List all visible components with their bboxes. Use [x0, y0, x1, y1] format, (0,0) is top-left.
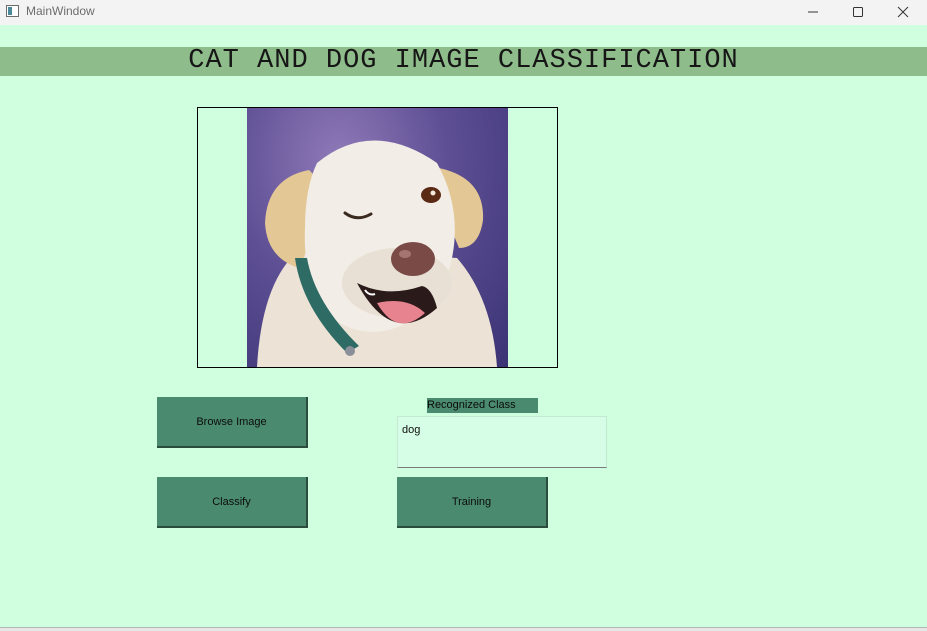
minimize-icon: [808, 11, 818, 13]
recognized-class-label: Recognized Class: [427, 398, 538, 413]
app-icon: [6, 5, 19, 17]
dog-image: [257, 140, 497, 367]
close-icon: [897, 6, 909, 18]
browse-image-button[interactable]: Browse Image: [157, 397, 308, 448]
recognized-class-value: dog: [402, 424, 421, 436]
dog-photo: [247, 108, 508, 367]
maximize-button[interactable]: [835, 0, 881, 25]
title-bar[interactable]: MainWindow: [0, 0, 927, 25]
main-window: MainWindow CAT AND DOG IMAGE CLASSIFICAT…: [0, 0, 927, 628]
window-title: MainWindow: [26, 4, 95, 18]
training-button[interactable]: Training: [397, 477, 548, 528]
page-title: CAT AND DOG IMAGE CLASSIFICATION: [0, 47, 927, 76]
minimize-button[interactable]: [790, 0, 836, 25]
recognized-class-field[interactable]: dog: [397, 416, 607, 468]
maximize-icon: [853, 7, 863, 17]
image-display-frame: [197, 107, 558, 368]
close-button[interactable]: [880, 0, 926, 25]
classify-button[interactable]: Classify: [157, 477, 308, 528]
